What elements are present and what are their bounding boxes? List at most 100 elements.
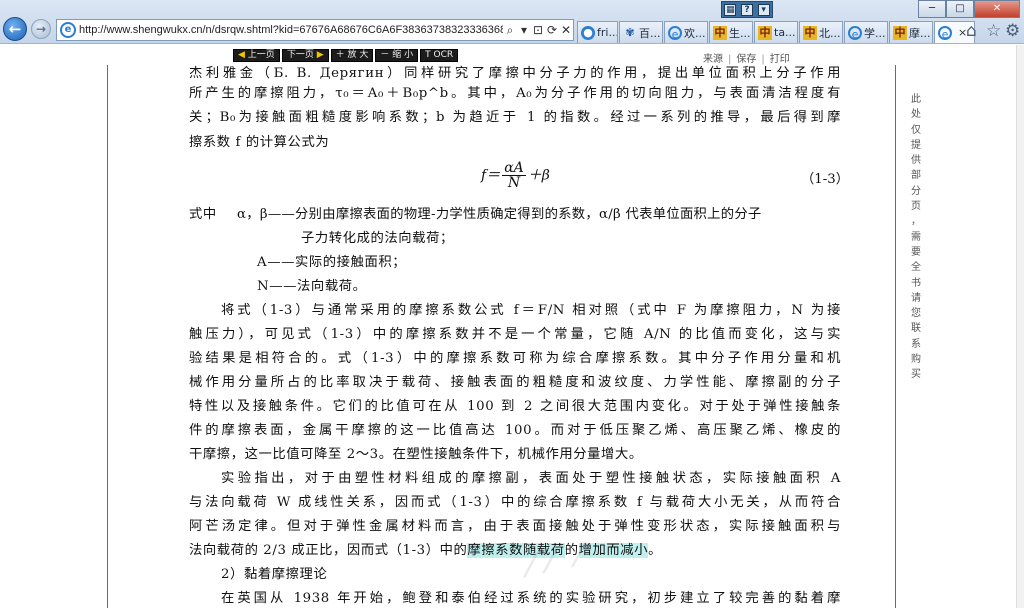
tab-2[interactable]: ✾ 百...: [619, 21, 663, 43]
address-bar[interactable]: e http://www.shengwukx.cn/n/dsrqw.shtml?…: [56, 19, 574, 41]
definition-line: N——法向载荷。: [257, 279, 367, 294]
tab-4[interactable]: 中 生...: [709, 21, 753, 43]
ocr-button[interactable]: T OCR: [420, 49, 459, 62]
text-line: 验结果是相符合的。式（1-3）中的摩擦系数可称为综合摩擦系数。其中分子作用分量和…: [189, 351, 841, 366]
home-icon[interactable]: ⌂: [966, 21, 977, 41]
definition-line: A——实际的接触面积；: [257, 255, 407, 270]
ie-icon: e: [938, 25, 952, 41]
compat-view-icon[interactable]: ⊡: [531, 23, 545, 37]
tab-label: fri...: [597, 26, 618, 39]
site-logo-icon: 中: [803, 25, 817, 40]
text-line: 杰利雅金（Б. В. Дерягин）同样研究了摩擦中分子力的作用，提出单位面积…: [189, 66, 841, 81]
text-line: 触压力），可见式（1-3）中的摩擦系数并不是一个常量，它随 A/N 的比值而变化…: [189, 327, 841, 342]
where-label: 式中: [189, 207, 217, 222]
text-line: 与法向载荷 W 成线性关系，因而式（1-3）中的综合摩擦系数 f 与载荷大小无关…: [189, 495, 841, 510]
ocr-label: OCR: [433, 50, 454, 60]
side-note-char: 联: [911, 323, 921, 335]
side-note: 此处仅提供部分页 ， 需要全书请您联系购买: [906, 92, 926, 383]
prev-page-label: 上一页: [247, 50, 275, 60]
side-note-char: 书: [911, 277, 921, 289]
dropdown-icon[interactable]: ▾: [517, 23, 531, 37]
forward-button[interactable]: →: [31, 19, 51, 39]
tab-8[interactable]: 中 摩...: [889, 21, 933, 43]
zoom-in-button[interactable]: ＋ 放 大: [330, 49, 374, 62]
text-line: 将式（1-3）与通常采用的摩擦系数公式 f＝F/N 相对照（式中 F 为摩擦阻力…: [221, 303, 841, 318]
side-note-char: 全: [911, 262, 921, 274]
refresh-icon[interactable]: ⟳: [545, 23, 559, 37]
text-line: 擦系数 f 的计算公式为: [189, 135, 330, 150]
text-segment: 法向载荷的 2/3 成正比，因而式（1-3）中的: [189, 543, 468, 558]
side-note-char: 分: [911, 185, 921, 197]
close-window-button[interactable]: ✕: [974, 0, 1020, 18]
back-button[interactable]: ←: [3, 17, 27, 41]
site-logo-icon: 中: [713, 25, 727, 40]
text-line: 械作用分量所占的比率取决于载荷、接触表面的粗糙度和波纹度、力学性能、摩擦副的分子: [189, 375, 841, 390]
stop-icon[interactable]: ✕: [559, 23, 573, 37]
tab-label: 北...: [819, 26, 841, 40]
tab-7[interactable]: e 学...: [844, 21, 888, 43]
definition-line: α，β——分别由摩擦表面的物理-力学性质确定得到的系数，α/β 代表单位面积上的…: [237, 207, 762, 222]
definition-line: 子力转化成的法向载荷；: [301, 231, 454, 246]
text-line: 关；B₀为接触面粗糙度影响系数；b 为趋近于 1 的指数。经过一系列的推导，最后…: [189, 110, 841, 125]
text-line: 特性以及接触条件。它们的比值可在从 100 到 2 之间很大范围内变化。对于处于…: [189, 399, 841, 414]
tab-1[interactable]: ● fri...: [577, 21, 618, 43]
tab-3[interactable]: e 欢...: [664, 21, 708, 43]
ie-icon: e: [848, 25, 862, 41]
zoom-out-button[interactable]: － 缩 小: [375, 49, 419, 62]
mini-menu-icon[interactable]: ▾: [757, 3, 770, 16]
eq-lhs: f＝: [481, 167, 501, 184]
side-note-char: 仅: [911, 124, 921, 136]
zoom-out-label: 缩 小: [392, 50, 414, 60]
tab-5[interactable]: 中 ta...: [754, 21, 798, 43]
ocr-icon: T: [425, 50, 431, 60]
arrow-left-icon: ◀: [238, 50, 245, 60]
mini-grid-icon[interactable]: ▦: [724, 3, 737, 16]
tab-label: 摩...: [909, 26, 931, 40]
tab-favicon-icon: ●: [581, 25, 595, 40]
zoom-in-label: 放 大: [347, 50, 369, 60]
side-note-char: 处: [911, 109, 921, 121]
side-note-char: 供: [911, 155, 921, 167]
eq-denominator: N: [507, 175, 521, 191]
page-toolbar: ◀ 上一页 下一页 ▶ ＋ 放 大 － 缩 小 T OCR: [233, 49, 460, 62]
search-icon[interactable]: ⌕: [503, 23, 517, 38]
tab-6[interactable]: 中 北...: [799, 21, 843, 43]
tab-label: 百...: [639, 26, 661, 40]
eq-numerator: αA: [502, 160, 526, 176]
text-line: 所产生的摩擦阻力，τ₀＝A₀＋B₀p^b。其中，A₀为分子作用的切向阻力，与表面…: [189, 86, 841, 101]
ie-favicon-icon: e: [60, 22, 76, 38]
minus-icon: －: [380, 50, 390, 60]
tab-strip: ● fri... ✾ 百... e 欢... 中 生... 中 ta... 中 …: [577, 21, 976, 43]
side-note-char: 购: [911, 354, 921, 366]
plus-icon: ＋: [335, 50, 345, 60]
maximize-button[interactable]: □: [946, 0, 974, 18]
help-icon[interactable]: ?: [740, 3, 753, 16]
side-note-char: 提: [911, 139, 921, 151]
settings-gear-icon[interactable]: ⚙: [1005, 21, 1020, 41]
side-note-char: 部: [911, 170, 921, 182]
eq-rhs: ＋β: [527, 167, 550, 184]
side-note-char: 页: [911, 201, 921, 213]
minimize-button[interactable]: ─: [918, 0, 946, 18]
scrollbar[interactable]: [1016, 45, 1024, 608]
window-controls: ─ □ ✕: [918, 0, 1020, 18]
side-note-char: 要: [911, 246, 921, 258]
prev-page-button[interactable]: ◀ 上一页: [233, 49, 280, 62]
text-line: 干摩擦，这一比值可降至 2～3。在塑性接触条件下，机械作用分量增大。: [189, 447, 643, 462]
browser-chrome: ← → e http://www.shengwukx.cn/n/dsrqw.sh…: [0, 0, 1024, 44]
equation: f＝ αA N ＋β: [481, 161, 550, 190]
tab-label: ta...: [774, 26, 796, 39]
side-note-char: 请: [911, 292, 921, 304]
equation-number: （1-3）: [801, 172, 850, 187]
side-note-char: 您: [911, 308, 921, 320]
text-line: 阿芒汤定律。但对于弹性金属材料而言，由于表面接触处于弹性变形状态，实际接触面积与: [189, 519, 841, 534]
next-page-label: 下一页: [286, 50, 314, 60]
arrow-right-icon: ▶: [316, 50, 324, 60]
text-line: 件的摩擦表面，金属干摩擦的这一比值高达 100。而对于低压聚乙烯、高压聚乙烯、橡…: [189, 423, 841, 438]
next-page-button[interactable]: 下一页 ▶: [281, 49, 329, 62]
url-text[interactable]: http://www.shengwukx.cn/n/dsrqw.shtml?ki…: [79, 24, 503, 36]
side-note-char: 此: [911, 94, 921, 105]
tab-label: 生...: [729, 26, 751, 40]
side-note-char: 系: [911, 338, 921, 350]
favorites-star-icon[interactable]: ☆: [986, 21, 1001, 41]
